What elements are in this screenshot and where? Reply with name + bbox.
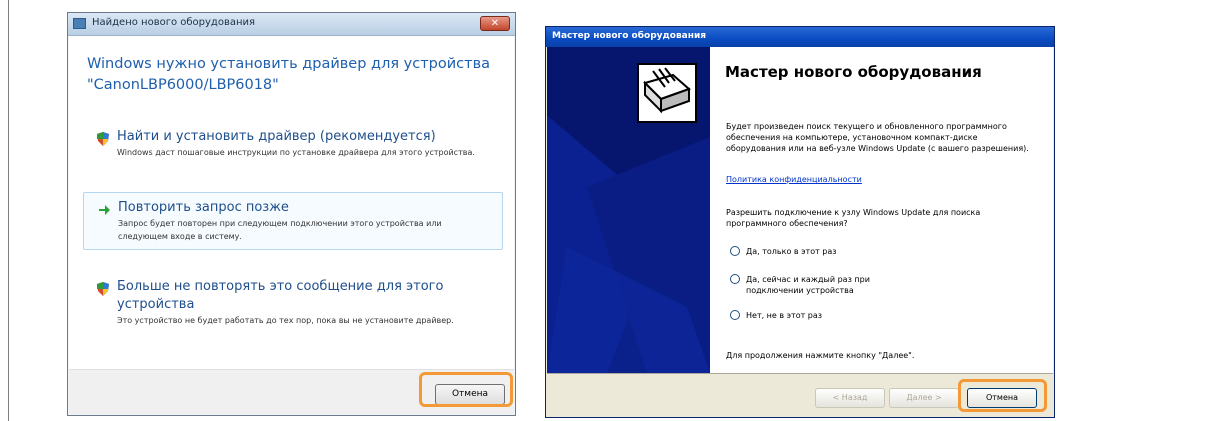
radio-button-circle[interactable] (730, 310, 740, 320)
wizard-side-graphic (547, 47, 710, 373)
hardware-icon (637, 63, 697, 123)
next-button[interactable]: Далее > (889, 388, 959, 408)
radio-yes-always[interactable]: Да, сейчас и каждый раз при подключении … (730, 274, 886, 296)
new-hardware-wizard-window: Мастер нового оборудования Мастер нового… (545, 26, 1055, 418)
option-title: Найти и установить драйвер (рекомендуетс… (117, 129, 436, 144)
cancel-highlight-frame (958, 379, 1047, 412)
close-button[interactable]: ✕ (480, 16, 510, 31)
option-ask-later[interactable]: Повторить запрос позже Запрос будет повт… (83, 192, 503, 250)
option-description: Windows даст пошаговые инструкции по уст… (117, 148, 475, 157)
wizard-titlebar[interactable]: Мастер нового оборудования (546, 27, 1054, 47)
wizard-window-title: Мастер нового оборудования (552, 31, 707, 41)
option-find-install-driver[interactable]: Найти и установить драйвер (рекомендуетс… (83, 122, 503, 165)
vertical-divider-line (8, 0, 9, 421)
option-title: Повторить запрос позже (118, 200, 289, 215)
back-button[interactable]: < Назад (815, 388, 885, 408)
option-description: Это устройство не будет работать до тех … (117, 316, 454, 325)
dialog-heading: Windows нужно установить драйвер для уст… (87, 56, 491, 93)
option-description: Запрос будет повторен при следующем подк… (118, 219, 442, 241)
wizard-intro-text: Будет произведен поиск текущего и обновл… (726, 122, 1029, 153)
dialog-content: Windows нужно установить драйвер для уст… (69, 36, 514, 371)
radio-no-not-this-time[interactable]: Нет, не в этот раз (730, 310, 1016, 321)
shield-icon (97, 132, 109, 146)
radio-label: Да, сейчас и каждый раз при подключении … (746, 275, 870, 295)
shield-icon (97, 282, 109, 296)
radio-label: Нет, не в этот раз (746, 311, 823, 320)
option-title: Больше не повторять это сообщение для эт… (117, 279, 444, 312)
radio-button-circle[interactable] (730, 246, 740, 256)
wizard-heading: Мастер нового оборудования (725, 63, 982, 81)
privacy-policy-link[interactable]: Политика конфиденциальности (726, 174, 1031, 185)
arrow-right-icon (99, 205, 110, 215)
found-new-hardware-dialog: Найдено нового оборудования ✕ Windows ну… (67, 12, 516, 416)
dialog-titlebar[interactable]: Найдено нового оборудования ✕ (68, 13, 515, 36)
radio-yes-this-time[interactable]: Да, только в этот раз (730, 246, 1016, 257)
continue-hint-text: Для продолжения нажмите кнопку "Далее". (726, 351, 915, 360)
cancel-highlight-frame (419, 372, 513, 407)
wizard-question-text: Разрешить подключение к узлу Windows Upd… (726, 208, 981, 228)
window-icon (73, 18, 86, 29)
radio-label: Да, только в этот раз (746, 247, 837, 256)
option-dont-ask-again[interactable]: Больше не повторять это сообщение для эт… (83, 272, 503, 333)
radio-button-circle[interactable] (730, 274, 740, 284)
wizard-main-panel: Мастер нового оборудования Будет произве… (710, 47, 1053, 373)
dialog-title: Найдено нового оборудования (92, 17, 256, 28)
